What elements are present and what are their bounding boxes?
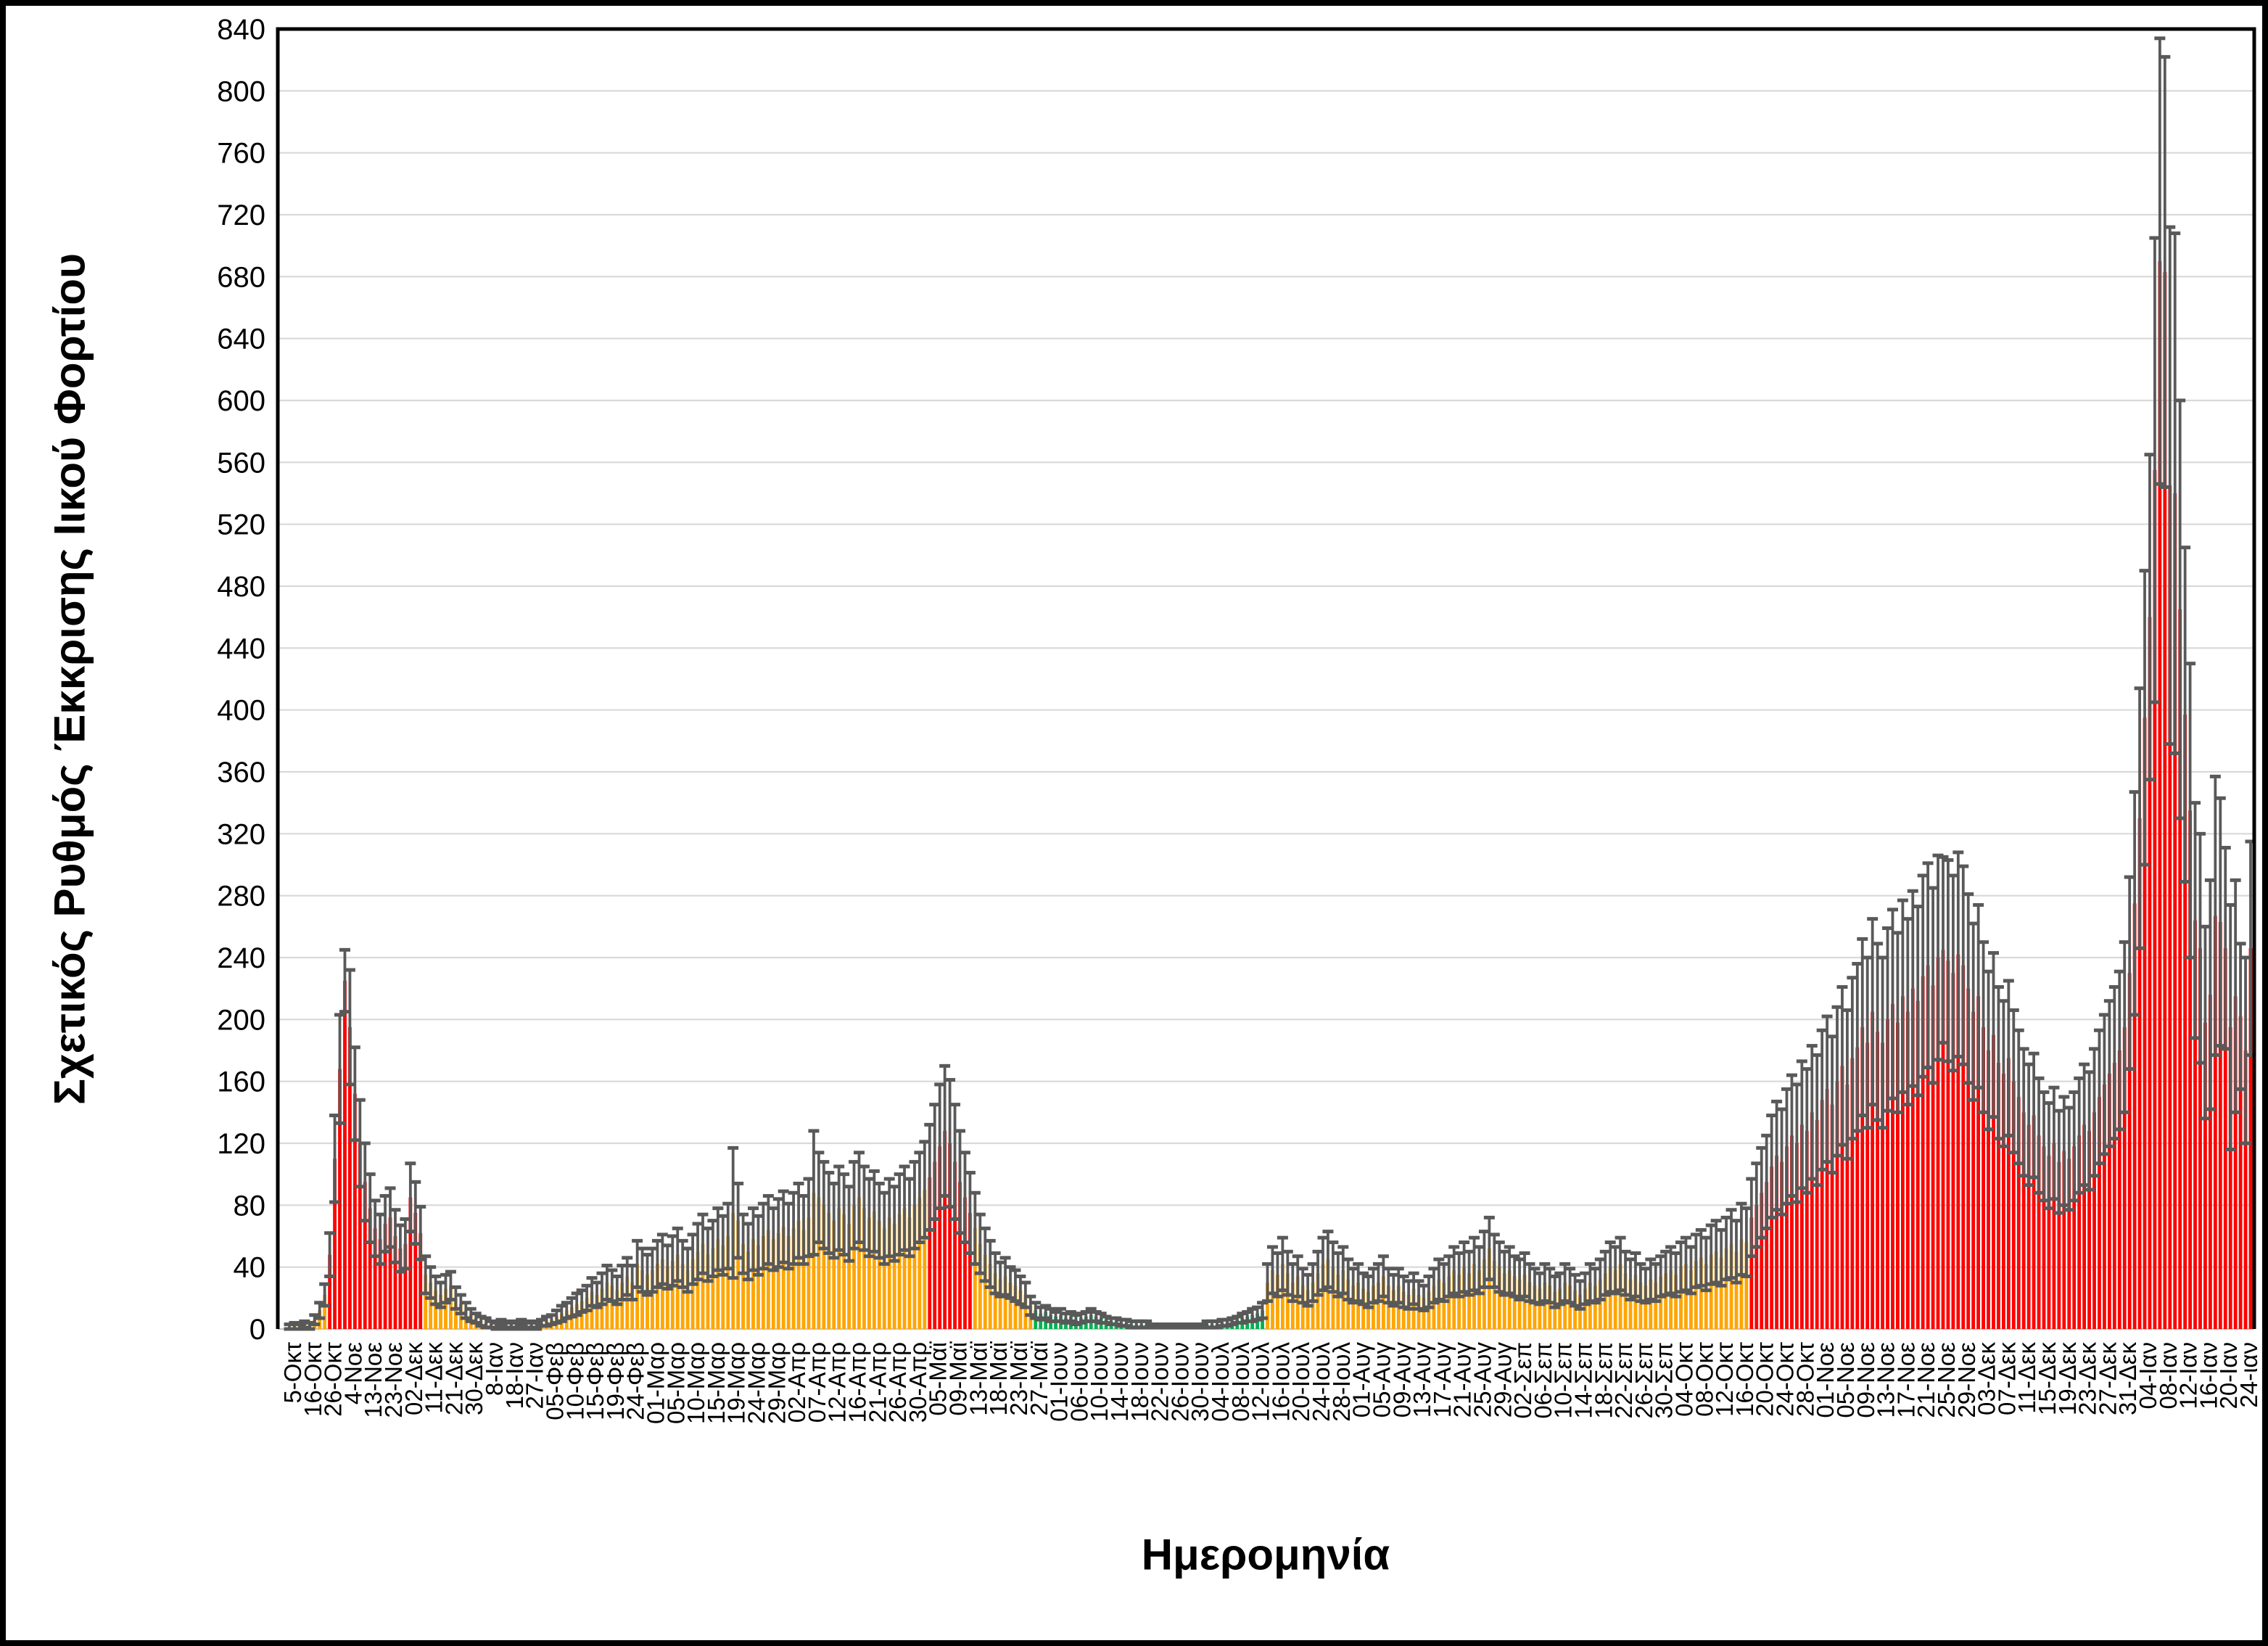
y-axis-tick-labels: 0 40 80 120 160 200 240 280 320 360 400 440 480 520 56…: [217, 14, 265, 1346]
bar-chart-plot-area: 0 40 80 120 160 200 240 280 320 360 400 440 480 520 56…: [6, 6, 2268, 1646]
y-tick-label: 360: [217, 757, 265, 789]
error-bars: [284, 38, 2256, 1329]
y-axis-title: Σχετικός Ρυθμός Έκκρισης Ιικού Φορτίου: [45, 253, 95, 1105]
y-tick-label: 760: [217, 138, 265, 170]
y-tick-label: 320: [217, 818, 265, 850]
y-tick-label: 400: [217, 695, 265, 727]
y-tick-label: 800: [217, 75, 265, 107]
x-tick-label: 24-ιαν: [2235, 1342, 2262, 1408]
y-tick-label: 480: [217, 571, 265, 603]
chart-frame: 0 40 80 120 160 200 240 280 320 360 400 440 480 520 56…: [0, 0, 2268, 1646]
y-tick-label: 280: [217, 881, 265, 913]
y-tick-label: 200: [217, 1004, 265, 1036]
bar: [343, 981, 347, 1329]
y-tick-label: 520: [217, 509, 265, 541]
y-tick-label: 120: [217, 1128, 265, 1160]
y-tick-label: 640: [217, 324, 265, 355]
y-tick-label: 40: [234, 1252, 266, 1284]
y-tick-label: 720: [217, 199, 265, 231]
y-tick-label: 840: [217, 14, 265, 46]
x-axis-tick-labels: 5-Οκτ16-Οκτ26-Οκτ4-Νοε13-Νοε23-Νοε02-Δεκ…: [279, 1341, 2262, 1424]
y-tick-label: 440: [217, 633, 265, 664]
y-tick-label: 160: [217, 1066, 265, 1098]
y-tick-label: 600: [217, 385, 265, 417]
y-tick-label: 240: [217, 942, 265, 974]
y-tick-label: 0: [250, 1314, 265, 1346]
bars: [288, 261, 2253, 1329]
y-tick-label: 560: [217, 447, 265, 479]
y-tick-label: 680: [217, 261, 265, 293]
x-axis-title: Ημερομηνία: [1142, 1530, 1390, 1580]
y-tick-label: 80: [234, 1190, 266, 1222]
